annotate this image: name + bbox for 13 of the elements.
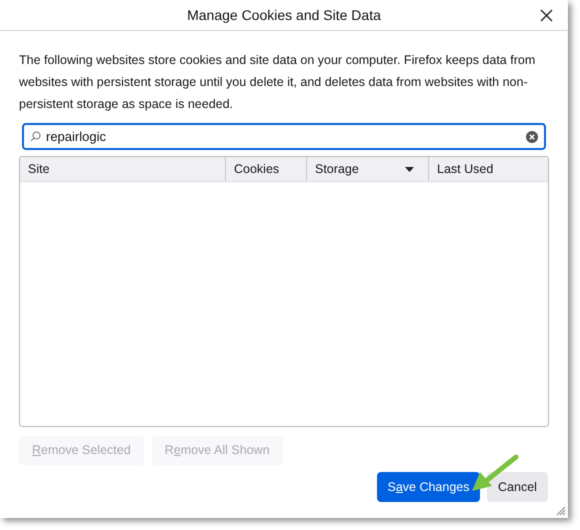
save-button[interactable]: Save Changes	[377, 472, 480, 502]
cancel-button[interactable]: Cancel	[487, 472, 548, 502]
column-header[interactable]: Site	[20, 157, 225, 181]
column-header[interactable]: Storage	[306, 157, 428, 181]
column-header[interactable]: Cookies	[225, 157, 306, 181]
close-icon	[540, 8, 552, 22]
column-header[interactable]: Last Used	[428, 157, 548, 181]
resize-grip-icon[interactable]	[555, 505, 566, 516]
window-title: Manage Cookies and Site Data	[187, 6, 381, 25]
description-text: The following websites store cookies and site data on your computer. Firefox keeps data from websites with persistent storage until you delete it, and deletes data from websites with non-persistent storage as space is needed.	[19, 52, 536, 113]
search-field[interactable]: repairlogic	[22, 123, 546, 150]
search-icon	[30, 131, 41, 142]
clear-icon[interactable]	[526, 130, 538, 142]
